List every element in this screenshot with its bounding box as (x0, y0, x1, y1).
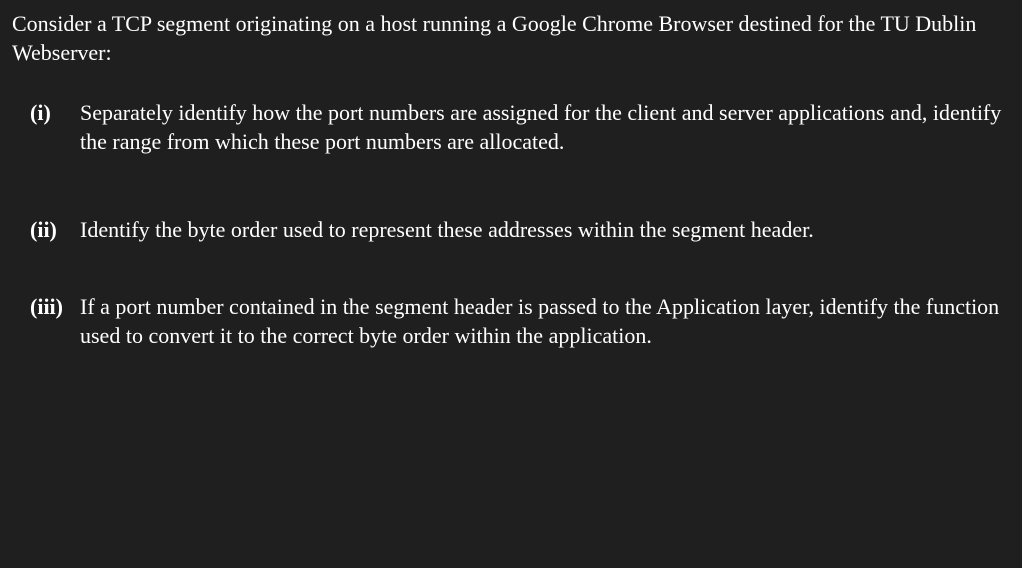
question-marker: (i) (30, 99, 80, 156)
question-text: Identify the byte order used to represen… (80, 216, 1010, 245)
question-list: (i) Separately identify how the port num… (12, 99, 1010, 350)
question-item: (i) Separately identify how the port num… (30, 99, 1010, 156)
intro-paragraph: Consider a TCP segment originating on a … (12, 10, 1010, 67)
question-marker: (ii) (30, 216, 80, 245)
question-marker: (iii) (30, 293, 80, 350)
question-item: (ii) Identify the byte order used to rep… (30, 216, 1010, 245)
question-item: (iii) If a port number contained in the … (30, 293, 1010, 350)
question-text: Separately identify how the port numbers… (80, 99, 1010, 156)
question-text: If a port number contained in the segmen… (80, 293, 1010, 350)
